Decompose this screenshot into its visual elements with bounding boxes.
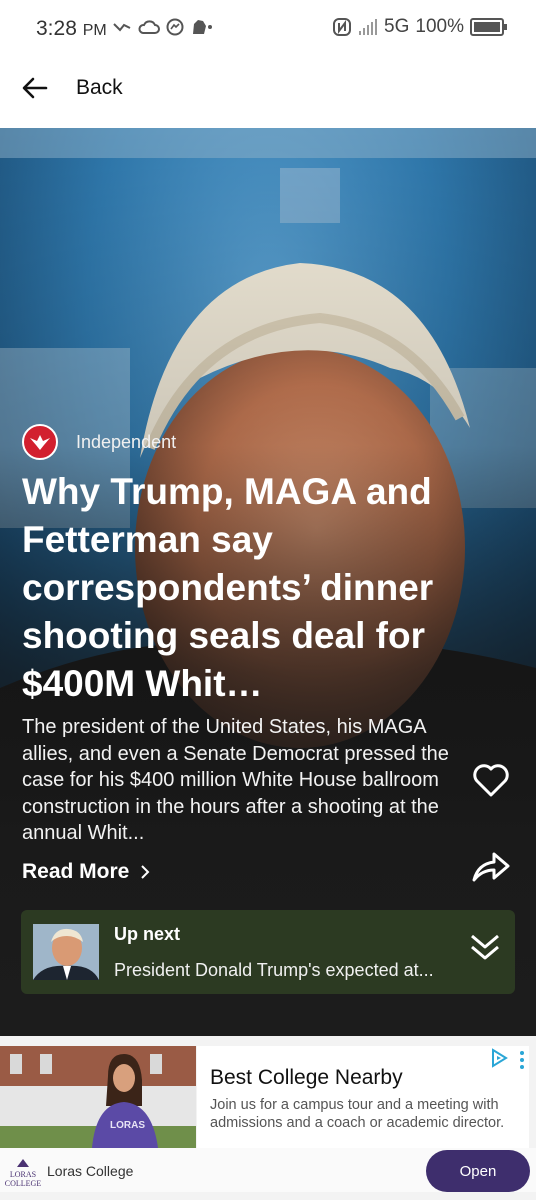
nfc-icon: [333, 18, 352, 36]
battery-percent: 100%: [415, 16, 464, 37]
ad-card[interactable]: Best College Nearby Join us for a campus…: [197, 1046, 529, 1148]
article-hero: Independent Why Trump, MAGA and Fetterma…: [0, 128, 536, 1036]
ad-choices-icon[interactable]: [489, 1048, 509, 1068]
open-button[interactable]: Open: [426, 1150, 530, 1192]
signal-icon: [359, 19, 378, 35]
status-time-value: 3:28: [36, 17, 77, 40]
ad-banner[interactable]: LORAS Best College Nearby Join us for a …: [0, 1036, 536, 1200]
up-next-thumbnail: [33, 924, 99, 980]
double-chevron-down-icon[interactable]: [468, 930, 502, 964]
arrow-left-icon: [22, 77, 48, 99]
cloud-icon: [138, 20, 160, 34]
like-button[interactable]: [470, 760, 512, 800]
chevron-right-icon: [141, 865, 150, 879]
notification-icons: [112, 18, 212, 36]
read-more-label: Read More: [22, 860, 130, 883]
up-next-headline: President Donald Trump's expected at...: [114, 960, 434, 980]
back-label: Back: [76, 76, 123, 99]
share-arrow-icon: [472, 852, 510, 882]
app-header: Back: [0, 58, 536, 128]
share-button[interactable]: [470, 846, 512, 886]
heart-icon: [473, 764, 509, 797]
status-time-suffix: PM: [82, 22, 107, 39]
ad-footer: LORAS COLLEGE Loras College Open: [0, 1148, 536, 1192]
logo-text-top: LORAS: [9, 1170, 37, 1179]
ad-title: Best College Nearby: [210, 1066, 403, 1089]
read-more-link[interactable]: Read More: [22, 860, 151, 884]
source-name: Independent: [76, 431, 177, 452]
battery-icon: [470, 18, 507, 36]
article-source[interactable]: Independent: [22, 424, 176, 460]
ad-image[interactable]: LORAS: [0, 1046, 196, 1148]
app-notification-icon: [193, 20, 212, 34]
ad-advertiser: Loras College: [47, 1163, 134, 1179]
loras-logo: LORAS COLLEGE: [4, 1158, 42, 1188]
back-button[interactable]: Back: [22, 76, 123, 100]
logo-text-bottom: COLLEGE: [4, 1179, 42, 1188]
status-time: 3:28 PM: [36, 17, 107, 41]
up-next-card[interactable]: Up next President Donald Trump's expecte…: [21, 910, 515, 994]
status-bar: 3:28 PM 5G 100%: [0, 0, 536, 58]
more-vertical-icon[interactable]: [519, 1050, 525, 1070]
messenger-icon: [166, 18, 184, 36]
ad-body: Join us for a campus tour and a meeting …: [210, 1097, 505, 1131]
eagle-logo-icon: [22, 424, 58, 460]
ad-shirt-text: LORAS: [110, 1120, 145, 1131]
missed-call-icon: [113, 23, 131, 32]
article-summary: The president of the United States, his …: [22, 716, 449, 844]
system-icons: 5G 100%: [332, 16, 507, 38]
up-next-title: Up next: [114, 924, 181, 944]
article-headline[interactable]: Why Trump, MAGA and Fetterman say corres…: [22, 468, 502, 708]
network-type: 5G: [384, 16, 410, 37]
